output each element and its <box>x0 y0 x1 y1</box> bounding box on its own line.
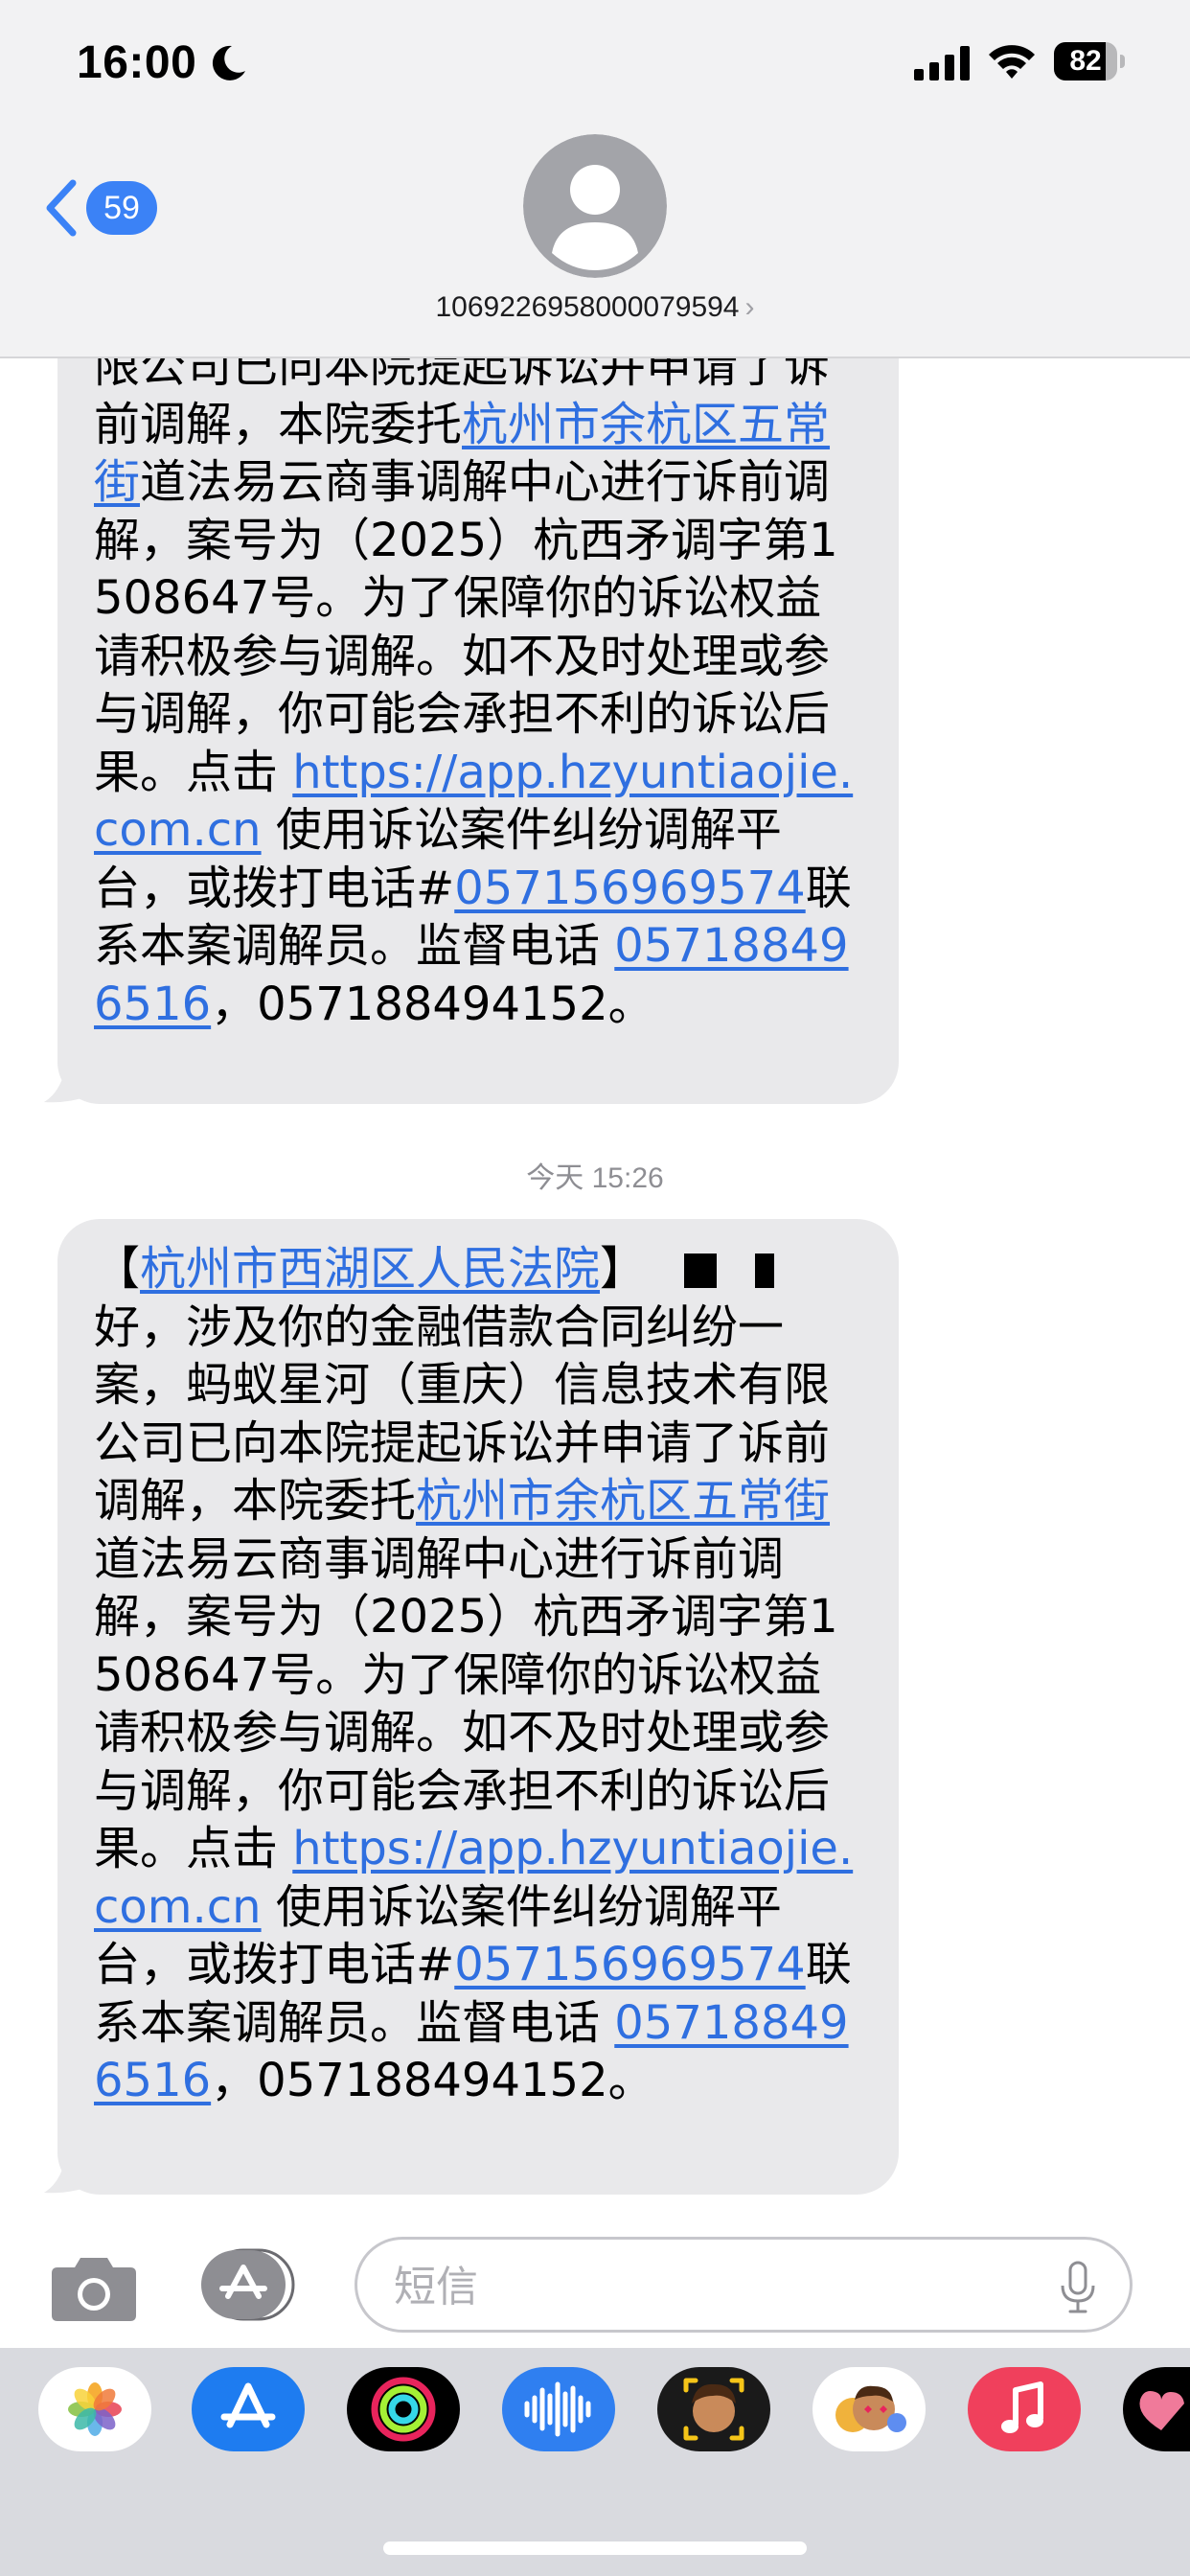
message-text-part: ，057188494152。 <box>211 2054 654 2107</box>
photos-icon[interactable] <box>38 2367 151 2451</box>
digital-touch-icon[interactable] <box>1123 2367 1190 2451</box>
phone-link[interactable]: 057156969574 <box>454 862 805 915</box>
message-bubble-1[interactable]: 限公司已向本院提起诉讼并申请了诉前调解，本院委托杭州市余杭区五常街道法易云商事调… <box>57 316 899 1104</box>
app-store-apps-button[interactable] <box>199 2246 307 2323</box>
chevron-left-icon <box>46 179 77 237</box>
camera-icon[interactable] <box>50 2252 138 2323</box>
battery-percentage: 82 <box>1069 45 1102 77</box>
bracket-open: 【 <box>94 1242 141 1296</box>
message-text-part: 好，涉及你的金融借款合同纠纷一案，蚂蚁星河（重庆）信息技术有限公司已向本院提起诉… <box>94 1300 831 1470</box>
message-text-part: ，057188494152。 <box>211 977 654 1031</box>
redaction-mark <box>684 1254 718 1288</box>
message-text: 限公司已向本院提起诉讼并申请了诉前调解，本院委托杭州市余杭区五常街道法易云商事调… <box>94 337 866 1033</box>
person-icon <box>523 134 667 278</box>
home-indicator[interactable] <box>383 2542 807 2555</box>
chevron-right-icon: › <box>744 291 755 323</box>
app-drawer <box>0 2348 1190 2576</box>
app-store-icon[interactable] <box>192 2367 305 2451</box>
contact-name[interactable]: 1069226958000079594 › <box>0 291 1190 324</box>
conversation-header: 16:00 82 59 1069226958000079594 › <box>0 0 1190 358</box>
status-time: 16:00 <box>77 37 197 88</box>
bracket-close: 】 <box>600 1242 647 1296</box>
compose-bar <box>0 2214 1190 2348</box>
memoji-icon[interactable] <box>657 2367 770 2451</box>
battery-body: 82 <box>1054 42 1117 80</box>
place-link[interactable]: 杭州市余杭区五常街 <box>416 1474 830 1528</box>
moon-icon <box>212 45 245 80</box>
audio-message-icon[interactable] <box>502 2367 615 2451</box>
redaction-mark <box>755 1254 775 1288</box>
court-link[interactable]: 杭州市西湖区人民法院 <box>140 1242 600 1296</box>
back-button[interactable]: 59 <box>42 172 172 243</box>
message-bubble-2[interactable]: 【杭州市西湖区人民法院】好，涉及你的金融借款合同纠纷一案，蚂蚁星河（重庆）信息技… <box>57 1219 899 2195</box>
phone-link[interactable]: 057156969574 <box>454 1938 805 1991</box>
message-field[interactable] <box>355 2237 1133 2333</box>
cellular-signal-icon <box>914 46 970 80</box>
battery-cap <box>1120 55 1125 68</box>
contact-number: 1069226958000079594 <box>435 291 740 323</box>
microphone-icon[interactable] <box>1059 2261 1097 2314</box>
message-input[interactable] <box>392 2259 1009 2314</box>
memoji-stickers-icon[interactable] <box>812 2367 926 2451</box>
contact-avatar[interactable] <box>523 134 667 278</box>
unread-count-badge: 59 <box>86 181 157 235</box>
message-text: 【杭州市西湖区人民法院】好，涉及你的金融借款合同纠纷一案，蚂蚁星河（重庆）信息技… <box>94 1240 866 2110</box>
message-timestamp: 今天 15:26 <box>526 1162 664 1194</box>
music-icon[interactable] <box>968 2367 1081 2451</box>
fitness-icon[interactable] <box>347 2367 460 2451</box>
battery-indicator: 82 <box>1054 42 1127 80</box>
wifi-icon <box>989 45 1035 79</box>
